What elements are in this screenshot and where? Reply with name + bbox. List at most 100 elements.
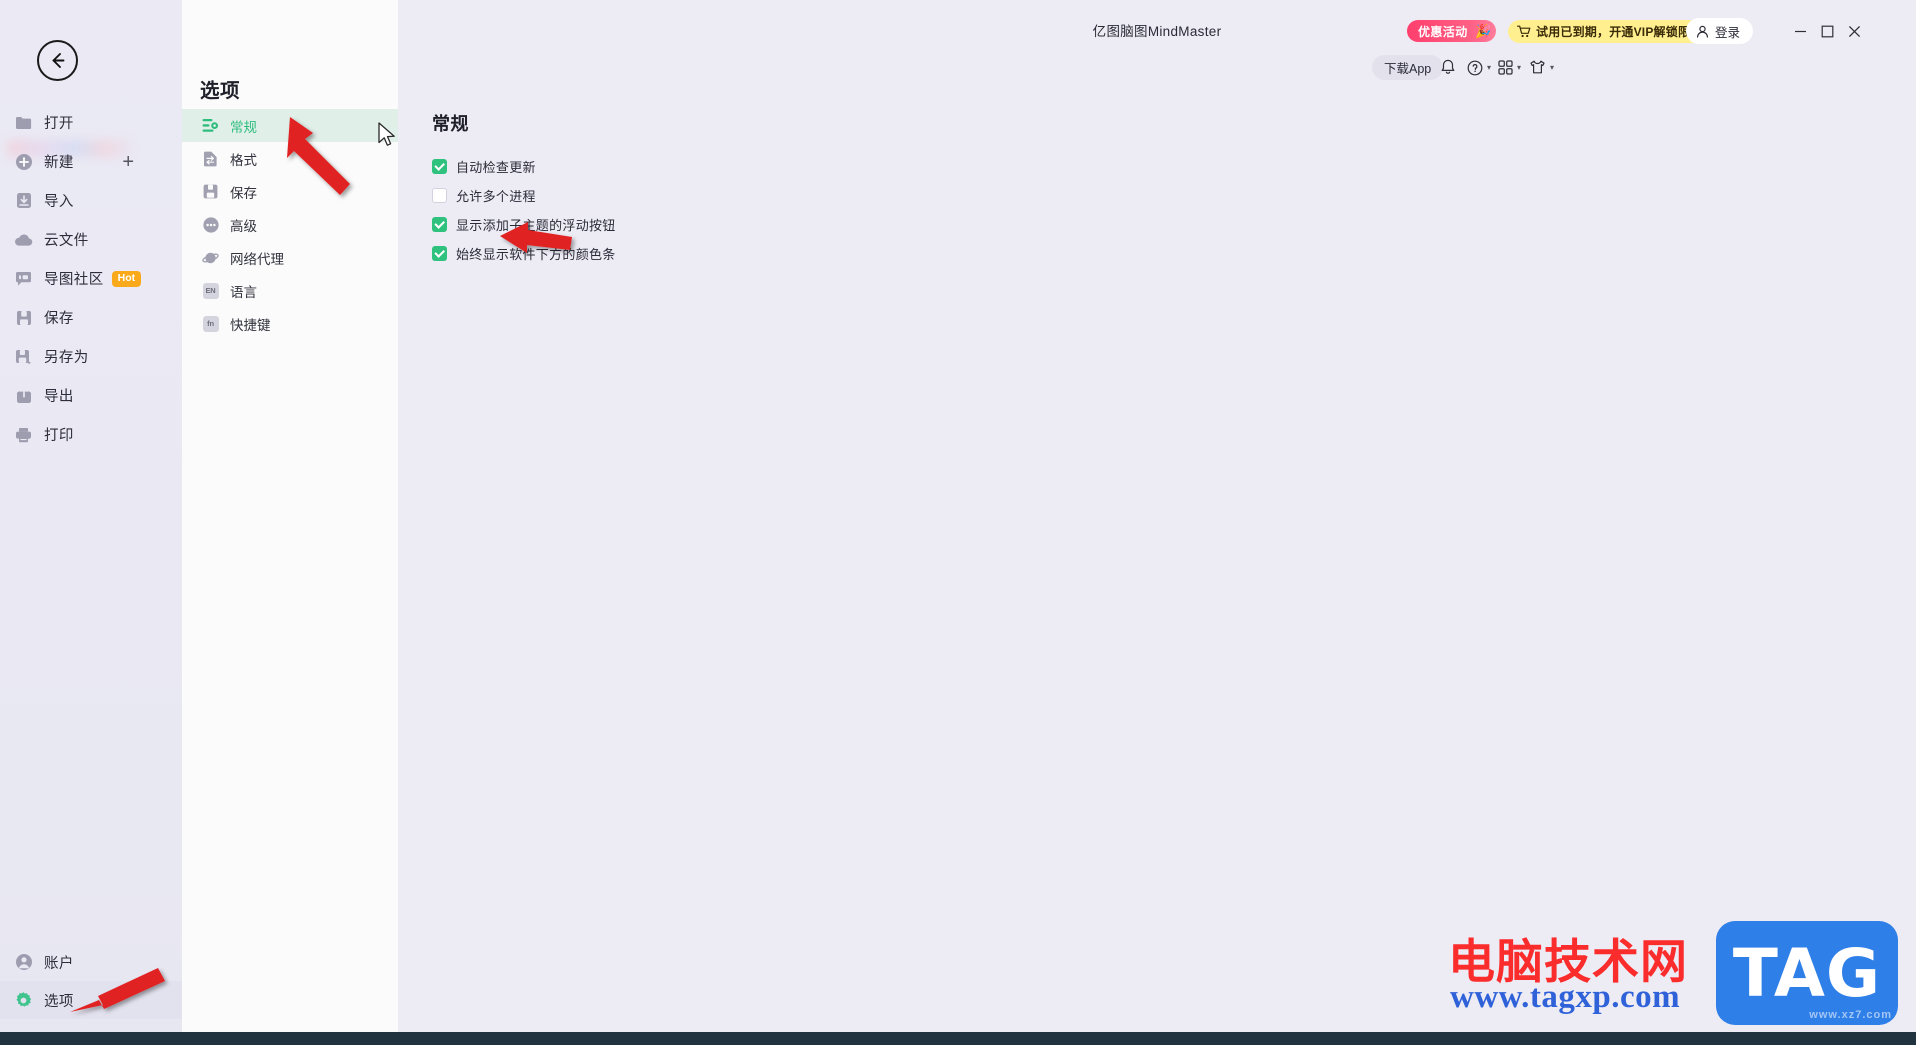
checkbox-row-auto-update[interactable]: 自动检查更新 xyxy=(432,152,616,181)
community-icon xyxy=(14,269,33,288)
options-item-format[interactable]: 格式 xyxy=(182,142,398,175)
options-item-advanced[interactable]: 高级 xyxy=(182,208,398,241)
sidebar-item-label: 新建 xyxy=(44,155,74,171)
close-icon xyxy=(1848,25,1860,37)
sidebar-item-print[interactable]: 打印 xyxy=(0,415,182,454)
checkbox-auto-update[interactable] xyxy=(432,159,447,174)
checkbox-label: 自动检查更新 xyxy=(456,160,536,175)
minimize-icon xyxy=(1794,30,1806,32)
user-icon xyxy=(1696,25,1709,38)
app-window: 打开 新建 + 导入 云文件 导图社区 Hot 保存 另存为 导出 打印 账户 … xyxy=(0,0,1916,1045)
back-button[interactable] xyxy=(37,40,78,81)
options-item-save[interactable]: 保存 xyxy=(182,175,398,208)
options-item-label: 常规 xyxy=(230,119,257,135)
options-panel-title: 选项 xyxy=(200,80,241,102)
sidebar-menu: 打开 新建 + 导入 云文件 导图社区 Hot 保存 另存为 导出 打印 xyxy=(0,103,182,454)
help-icon xyxy=(1467,60,1483,75)
fn-badge: fn xyxy=(202,315,219,332)
sidebar-item-cloud-files[interactable]: 云文件 xyxy=(0,220,182,259)
options-item-label: 高级 xyxy=(230,218,257,234)
new-add-button[interactable]: + xyxy=(122,152,134,172)
theme-icon xyxy=(1530,60,1545,74)
sidebar-item-open[interactable]: 打开 xyxy=(0,103,182,142)
sidebar-item-label: 打开 xyxy=(44,116,74,132)
sidebar-item-label: 保存 xyxy=(44,311,74,327)
sidebar-item-export[interactable]: 导出 xyxy=(0,376,182,415)
advanced-dots-icon xyxy=(202,216,219,233)
checkbox-label: 始终显示软件下方的颜色条 xyxy=(456,247,616,262)
sidebar-item-options[interactable]: 选项 xyxy=(0,981,182,1019)
export-icon xyxy=(14,386,33,405)
sidebar-item-community[interactable]: 导图社区 Hot xyxy=(0,259,182,298)
checkbox-label: 允许多个进程 xyxy=(456,189,536,204)
login-button[interactable]: 登录 xyxy=(1686,18,1754,44)
chevron-down-icon: ▾ xyxy=(1550,63,1555,72)
options-item-shortcuts[interactable]: fn 快捷键 xyxy=(182,307,398,340)
sidebar-item-label: 导出 xyxy=(44,389,74,405)
folder-icon xyxy=(14,113,33,132)
format-icon xyxy=(202,150,219,167)
title-bar: 亿图脑图MindMaster 优惠活动 🎉 试用已到期，开通VIP解锁限制。 登… xyxy=(398,0,1916,52)
sidebar-item-import[interactable]: 导入 xyxy=(0,181,182,220)
save-icon xyxy=(202,183,219,200)
options-panel: 选项 常规 格式 保存 高级 网络代理 EN 语言 fn 快捷键 xyxy=(182,0,398,1032)
sidebar-item-new[interactable]: 新建 + xyxy=(0,142,182,181)
sidebar-item-account[interactable]: 账户 xyxy=(0,943,182,981)
options-item-label: 网络代理 xyxy=(230,251,284,267)
grid-icon xyxy=(1498,60,1513,75)
login-label: 登录 xyxy=(1715,25,1741,40)
chevron-down-icon: ▾ xyxy=(1517,63,1522,72)
main-content: 常规 自动检查更新 允许多个进程 显示添加子主题的浮动按钮 始终显示软件下方的颜… xyxy=(398,0,1916,1032)
sidebar-item-label: 选项 xyxy=(44,993,74,1010)
checkbox-color-bar[interactable] xyxy=(432,246,447,261)
help-button[interactable]: ▾ xyxy=(1467,56,1491,79)
sidebar-item-label: 另存为 xyxy=(44,350,89,366)
checkbox-label: 显示添加子主题的浮动按钮 xyxy=(456,218,616,233)
options-item-label: 语言 xyxy=(230,284,257,300)
content-heading: 常规 xyxy=(432,114,469,134)
checkbox-row-float-button[interactable]: 显示添加子主题的浮动按钮 xyxy=(432,210,616,239)
promo-decoration-icon: 🎉 xyxy=(1475,23,1492,39)
gear-icon xyxy=(14,991,33,1010)
notifications-button[interactable] xyxy=(1440,56,1456,79)
promo-label: 优惠活动 xyxy=(1418,24,1468,39)
download-app-button[interactable]: 下载App xyxy=(1372,55,1444,80)
bottom-status-bar xyxy=(0,1032,1916,1045)
checkbox-row-multi-process[interactable]: 允许多个进程 xyxy=(432,181,616,210)
print-icon xyxy=(14,425,33,444)
save-icon xyxy=(14,308,33,327)
secondary-toolbar: 下载App ▾ ▾ ▾ xyxy=(398,52,1916,90)
sidebar-item-label: 账户 xyxy=(44,955,74,972)
options-item-network-proxy[interactable]: 网络代理 xyxy=(182,241,398,274)
sidebar-item-label: 导图社区 xyxy=(44,272,104,288)
window-maximize-button[interactable] xyxy=(1814,18,1840,44)
theme-skin-button[interactable]: ▾ xyxy=(1529,56,1554,79)
checkbox-multi-process[interactable] xyxy=(432,188,447,203)
cart-icon xyxy=(1517,25,1531,38)
left-sidebar: 打开 新建 + 导入 云文件 导图社区 Hot 保存 另存为 导出 打印 账户 … xyxy=(0,0,182,1032)
checkbox-float-button[interactable] xyxy=(432,217,447,232)
shortcut-fn-icon: fn xyxy=(202,315,219,332)
bell-icon xyxy=(1441,59,1455,74)
download-app-label: 下载App xyxy=(1384,62,1432,76)
options-item-general[interactable]: 常规 xyxy=(182,109,398,142)
window-close-button[interactable] xyxy=(1841,18,1867,44)
en-badge: EN xyxy=(202,282,219,299)
sidebar-item-save-as[interactable]: 另存为 xyxy=(0,337,182,376)
chevron-down-icon: ▾ xyxy=(1487,63,1492,72)
hot-badge: Hot xyxy=(111,270,142,287)
checkbox-row-color-bar[interactable]: 始终显示软件下方的颜色条 xyxy=(432,239,616,268)
options-item-label: 格式 xyxy=(230,152,257,168)
language-en-icon: EN xyxy=(202,282,219,299)
options-item-label: 保存 xyxy=(230,185,257,201)
sidebar-item-save[interactable]: 保存 xyxy=(0,298,182,337)
sidebar-item-label: 导入 xyxy=(44,194,74,210)
general-settings-icon xyxy=(202,117,219,134)
maximize-icon xyxy=(1821,25,1833,37)
options-item-language[interactable]: EN 语言 xyxy=(182,274,398,307)
account-icon xyxy=(14,953,33,972)
window-minimize-button[interactable] xyxy=(1787,18,1813,44)
apps-grid-button[interactable]: ▾ xyxy=(1498,56,1521,79)
options-nav-list: 常规 格式 保存 高级 网络代理 EN 语言 fn 快捷键 xyxy=(182,109,398,340)
promo-activity-button[interactable]: 优惠活动 🎉 xyxy=(1407,20,1496,42)
